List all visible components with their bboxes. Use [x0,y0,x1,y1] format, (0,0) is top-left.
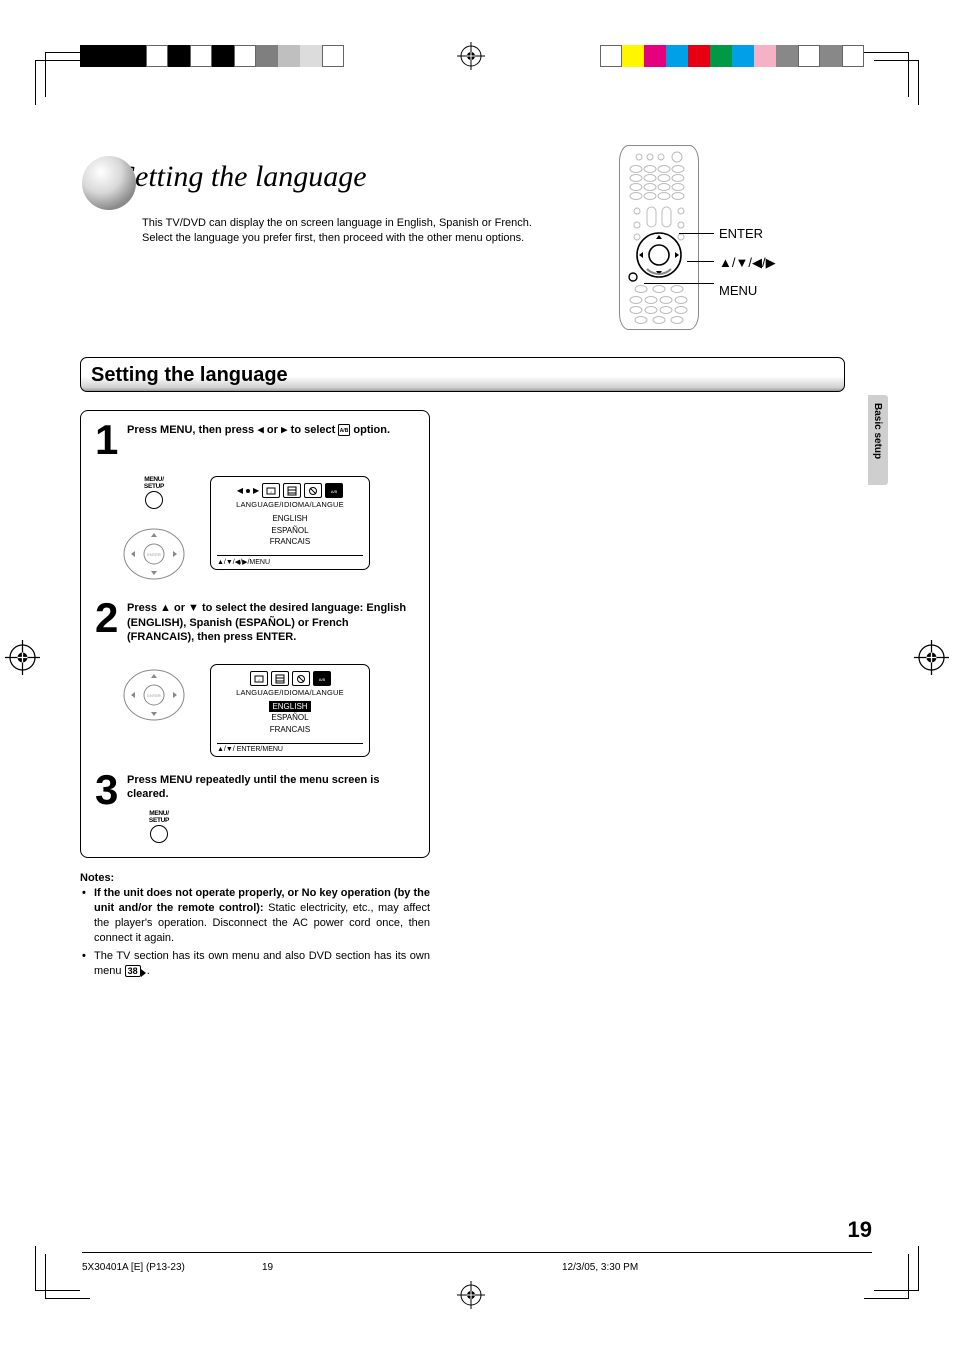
osd-option-selected: ENGLISH [269,701,310,712]
osd-title: LANGUAGE/IDIOMA/LANGUE [217,500,363,509]
crop-mark [874,1246,919,1291]
page-reference: 38 [125,965,141,978]
step-text: Press MENU, then press ◀ or ▶ to select … [127,424,390,436]
step-2: 2 Press ▲ or ▼ to select the desired lan… [95,601,415,644]
notes-label: Notes: [80,872,430,884]
osd-screen-2: ♫ A/B LANGUAGE/IDIOMA/LANGUE ENGLISH ESP… [210,664,370,757]
svg-text:A/B: A/B [331,489,338,494]
osd-tab-icon-selected: A/B [313,671,331,686]
step-number: 1 [95,423,121,457]
osd-option: ESPAÑOL [217,712,363,723]
footer-doc: 5X30401A [E] (P13-23) [82,1262,185,1273]
osd-option: FRANCAIS [217,536,363,547]
footer-metadata: 5X30401A [E] (P13-23) 19 12/3/05, 3:30 P… [82,1262,872,1273]
step-number: 2 [95,601,121,644]
osd-screen-1: ◀▶ ♫ A/B LANGUAGE/IDIOMA/LANGUE ENGLISH … [210,476,370,570]
step-3: 3 Press MENU repeatedly until the menu s… [95,773,415,807]
svg-text:ENTER: ENTER [147,693,161,698]
dpad-icon: ENTER [123,523,185,585]
step-1: 1 Press MENU, then press ◀ or ▶ to selec… [95,423,415,457]
dpad-icon: ENTER [123,664,185,726]
svg-text:ENTER: ENTER [147,552,161,557]
osd-tab-icon: ♫ [262,483,280,498]
step-text: Press ▲ or ▼ to select the desired langu… [127,601,415,644]
osd-option: FRANCAIS [217,724,363,735]
note-item: The TV section has its own menu and also… [80,949,430,979]
crop-mark [874,60,919,105]
svg-text:A/B: A/B [340,428,349,434]
osd-hint: ▲/▼/ ENTER/MENU [217,743,363,753]
divider [82,1252,872,1253]
osd-tab-icon [283,483,301,498]
note-item: If the unit does not operate properly, o… [80,886,430,945]
osd-tab-icon: ♫ [250,671,268,686]
crop-mark [35,1246,80,1291]
section-heading-text: Setting the language [91,364,834,387]
menu-setup-button-icon: MENU/SETUP [130,476,178,509]
osd-tab-icon [271,671,289,686]
svg-text:A/B: A/B [318,677,325,682]
menu-setup-button-icon: MENU/SETUP [135,810,183,843]
nav-arrows-icon: ◀▶ [237,486,259,495]
step-number: 3 [95,773,121,807]
notes-section: Notes: If the unit does not operate prop… [80,872,430,978]
section-heading: Setting the language [80,357,845,392]
registration-mark-icon [457,42,485,70]
language-tab-icon: A/B [338,424,350,436]
sphere-bullet-icon [80,154,138,212]
color-calibration-strip [80,45,344,67]
osd-option: ENGLISH [217,513,363,524]
osd-option: ESPAÑOL [217,525,363,536]
footer-datetime: 12/3/05, 3:30 PM [562,1262,638,1273]
osd-tab-icon-selected: A/B [325,483,343,498]
page-title: Setting the language [120,160,367,194]
osd-tab-icon [292,671,310,686]
registration-mark-icon [914,640,949,675]
registration-mark-icon [457,1281,485,1309]
color-calibration-strip [600,45,864,67]
registration-mark-icon [5,640,40,675]
intro-paragraph: This TV/DVD can display the on screen la… [142,216,562,247]
osd-hint: ▲/▼/◀/▶/MENU [217,555,363,566]
steps-container: 1 Press MENU, then press ◀ or ▶ to selec… [80,410,430,859]
page-number: 19 [832,1217,872,1243]
footer-page: 19 [262,1262,273,1273]
crop-mark [35,60,80,105]
chapter-tab: Basic setup [868,395,888,485]
osd-title: LANGUAGE/IDIOMA/LANGUE [217,688,363,697]
osd-tab-icon [304,483,322,498]
svg-text:♫: ♫ [257,678,259,682]
svg-text:♫: ♫ [270,490,272,494]
step-text: Press MENU repeatedly until the menu scr… [127,773,415,807]
